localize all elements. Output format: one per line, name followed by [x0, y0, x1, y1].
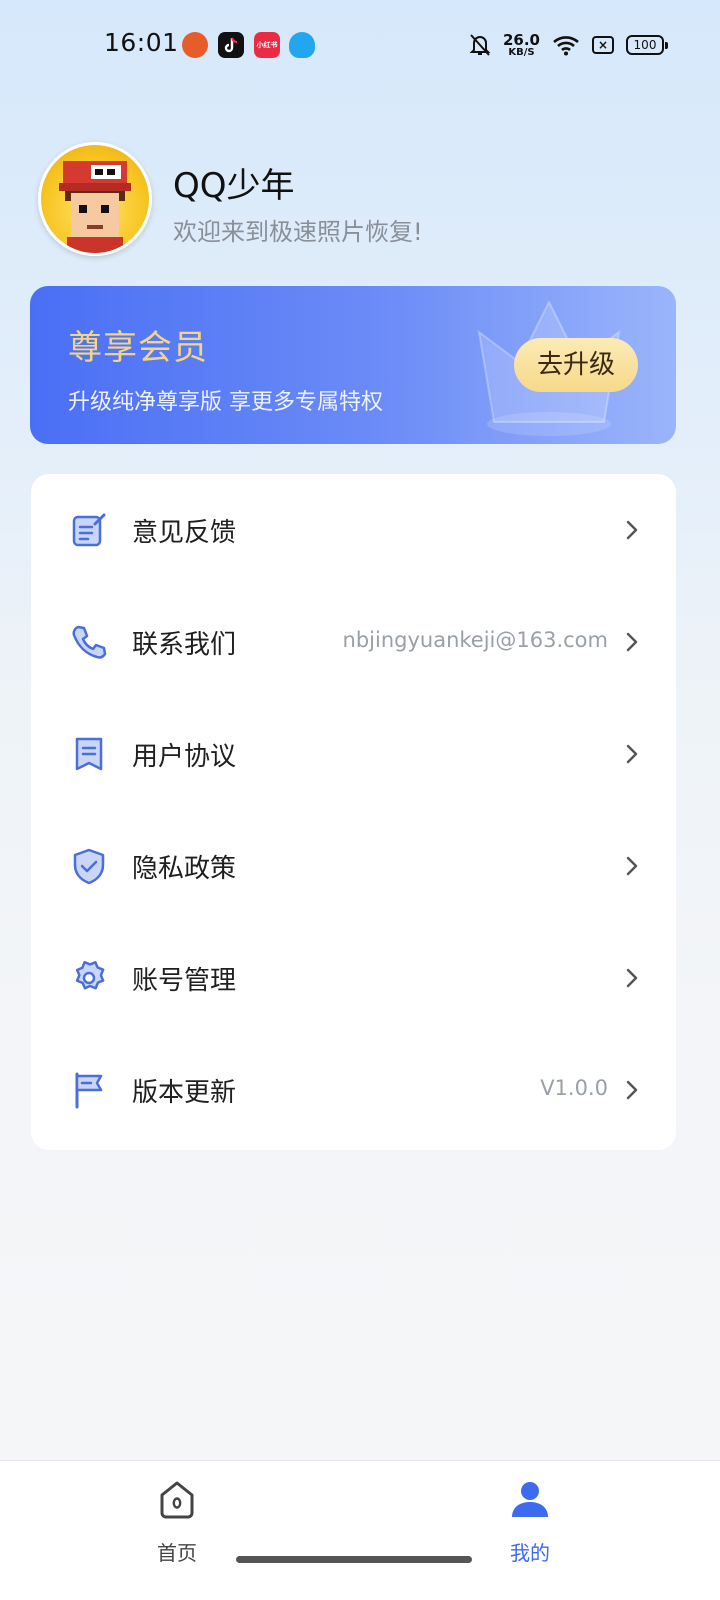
version-number: V1.0.0: [540, 1076, 608, 1100]
phone-icon: [72, 625, 107, 659]
nav-tab-home[interactable]: 首页: [107, 1479, 247, 1579]
feedback-icon: [72, 513, 106, 547]
qq-icon: [289, 32, 315, 58]
chevron-right-icon: [626, 632, 638, 652]
chevron-right-icon: [626, 1080, 638, 1100]
chevron-right-icon: [626, 856, 638, 876]
chevron-right-icon: [626, 744, 638, 764]
menu-label: 联系我们: [132, 630, 237, 660]
menu-item-user-agreement[interactable]: 用户协议: [31, 698, 676, 810]
bell-off-icon: [469, 34, 491, 56]
menu-label: 版本更新: [132, 1078, 237, 1108]
vip-card[interactable]: 尊享会员 升级纯净尊享版 享更多专属特权 去升级: [30, 286, 676, 444]
menu-item-contact[interactable]: 联系我们 nbjingyuankeji@163.com: [31, 586, 676, 698]
home-icon: [160, 1481, 194, 1519]
vip-title: 尊享会员: [68, 328, 208, 368]
menu-label: 账号管理: [132, 966, 237, 996]
profile-name: QQ少年: [173, 166, 295, 206]
sim-off-icon: ×: [592, 36, 614, 54]
settings-menu: 意见反馈 联系我们 nbjingyuankeji@163.com 用户协议 隐私…: [31, 474, 676, 1150]
home-indicator[interactable]: [236, 1556, 472, 1563]
status-right: 26.0 KB/S × 100: [469, 28, 668, 62]
battery-icon: 100: [626, 35, 668, 55]
user-icon: [512, 1482, 548, 1517]
bottom-nav: 首页 我的: [0, 1460, 720, 1600]
tiktok-icon: [218, 32, 244, 58]
nav-label: 首页: [157, 1541, 197, 1565]
chevron-right-icon: [626, 968, 638, 988]
upgrade-button[interactable]: 去升级: [514, 338, 638, 392]
nav-tab-mine[interactable]: 我的: [460, 1479, 600, 1579]
menu-item-privacy-policy[interactable]: 隐私政策: [31, 810, 676, 922]
shield-icon: [73, 848, 105, 885]
menu-item-version-update[interactable]: 版本更新 V1.0.0: [31, 1034, 676, 1146]
taobao-icon: [182, 32, 208, 58]
menu-item-feedback[interactable]: 意见反馈: [31, 474, 676, 586]
menu-label: 隐私政策: [132, 854, 237, 884]
avatar[interactable]: [38, 142, 152, 256]
status-bar: 16:01 小红书 26.0 KB/S × 100: [0, 0, 720, 90]
vip-description: 升级纯净尊享版 享更多专属特权: [68, 390, 383, 415]
menu-label: 用户协议: [132, 742, 237, 772]
contact-email: nbjingyuankeji@163.com: [342, 628, 608, 652]
menu-label: 意见反馈: [132, 518, 237, 548]
flag-icon: [75, 1072, 103, 1109]
gear-icon: [75, 960, 105, 990]
profile-subtitle: 欢迎来到极速照片恢复!: [173, 218, 423, 246]
network-speed: 26.0 KB/S: [502, 30, 540, 58]
nav-label: 我的: [510, 1541, 550, 1565]
xiaohongshu-icon: 小红书: [254, 32, 280, 58]
status-time: 16:01: [104, 28, 179, 57]
wifi-icon: [553, 36, 579, 56]
chevron-right-icon: [626, 520, 638, 540]
agreement-icon: [75, 737, 103, 771]
menu-item-account-management[interactable]: 账号管理: [31, 922, 676, 1034]
